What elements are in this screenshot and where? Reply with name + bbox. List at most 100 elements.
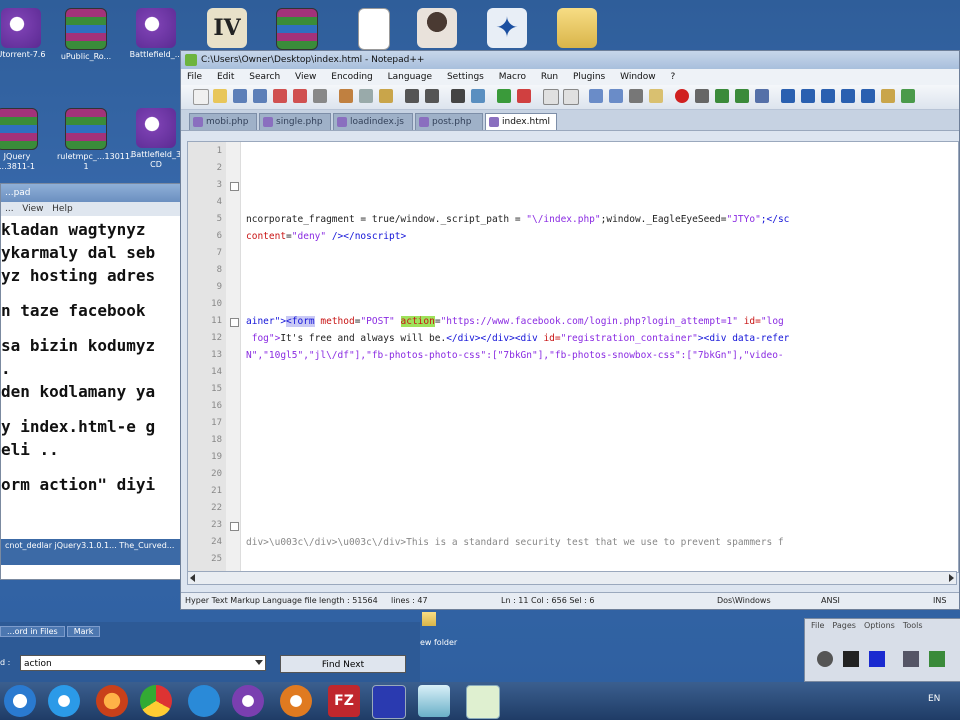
tool-icon[interactable] bbox=[929, 651, 945, 667]
filezilla-icon[interactable]: FZ bbox=[328, 685, 360, 717]
code-editor[interactable]: 1 2 3 4 5 6 7 8 9 10 11 12 13 14 15 16 17 18 19 20 21 22 23 24 2… bbox=[187, 141, 959, 573]
menu-macro[interactable]: Macro bbox=[499, 72, 526, 82]
menu-file[interactable]: File bbox=[811, 621, 824, 630]
replace-icon[interactable] bbox=[471, 89, 485, 103]
circle-icon[interactable] bbox=[817, 651, 833, 667]
notepad-plus-plus-window[interactable]: C:\Users\Owner\Desktop\index.html - Note… bbox=[180, 50, 960, 610]
firefox-icon[interactable] bbox=[96, 685, 128, 717]
media-player-icon[interactable] bbox=[280, 685, 312, 717]
paste-icon[interactable] bbox=[379, 89, 393, 103]
spell-check-icon[interactable] bbox=[901, 89, 915, 103]
desktop-icon-gta[interactable]: IV bbox=[198, 8, 256, 50]
scroll-left-icon[interactable] bbox=[190, 574, 195, 582]
tab-mobi-php[interactable]: mobi.php bbox=[189, 113, 257, 130]
desktop-icon-photo[interactable] bbox=[408, 8, 466, 50]
show-all-chars-icon[interactable] bbox=[609, 89, 623, 103]
redo-icon[interactable] bbox=[425, 89, 439, 103]
find-what-input[interactable]: action bbox=[20, 655, 266, 671]
desktop-icon-archive[interactable]: uPublic_Ro... bbox=[57, 8, 115, 62]
notepad-plus-plus-taskbar-icon[interactable] bbox=[466, 685, 500, 719]
indent-guide-icon[interactable] bbox=[629, 89, 643, 103]
messenger-icon[interactable] bbox=[188, 685, 220, 717]
desktop-icon-battlefield-cd[interactable]: Battlefield_3 CD bbox=[127, 108, 185, 170]
sync-vertical-icon[interactable] bbox=[543, 89, 559, 105]
find-dialog[interactable]: ...ord in Files Mark d : action Find Next bbox=[0, 622, 420, 682]
menu-view[interactable]: View bbox=[295, 72, 316, 82]
menu-pages[interactable]: Pages bbox=[832, 621, 856, 630]
cut-icon[interactable] bbox=[339, 89, 353, 103]
menu-edit[interactable]: Edit bbox=[217, 72, 234, 82]
tab-mark[interactable]: Mark bbox=[66, 626, 101, 637]
arrow-down-icon[interactable] bbox=[821, 89, 835, 103]
menu-tools[interactable]: Tools bbox=[903, 621, 923, 630]
bittorrent-icon[interactable] bbox=[232, 685, 264, 717]
desktop-icon-folder[interactable] bbox=[548, 8, 606, 50]
tool-icon[interactable] bbox=[903, 651, 919, 667]
stop-record-icon[interactable] bbox=[695, 89, 709, 103]
tab-loadindex-js[interactable]: loadindex.js bbox=[333, 113, 413, 130]
fold-marker[interactable] bbox=[230, 182, 239, 191]
tab-post-php[interactable]: post.php bbox=[415, 113, 483, 130]
desktop-icon-utorrent[interactable]: Utorrent-7.6 bbox=[0, 8, 50, 60]
scroll-right-icon[interactable] bbox=[949, 574, 954, 582]
word-wrap-icon[interactable] bbox=[589, 89, 603, 103]
chevron-down-icon[interactable] bbox=[255, 660, 263, 665]
horizontal-scrollbar[interactable] bbox=[187, 571, 957, 585]
menu-plugins[interactable]: Plugins bbox=[573, 72, 605, 82]
text-content[interactable]: kladan wagtynyz ykarmaly dal seb yz hostin… bbox=[1, 216, 186, 496]
sync-horizontal-icon[interactable] bbox=[563, 89, 579, 105]
desktop-icon-ruletmpc[interactable]: ruletmpc_...13011-1 bbox=[57, 108, 133, 172]
undo-icon[interactable] bbox=[405, 89, 419, 103]
copy-icon[interactable] bbox=[359, 89, 373, 103]
menu-search[interactable]: Search bbox=[249, 72, 280, 82]
record-macro-icon[interactable] bbox=[675, 89, 689, 103]
tab-single-php[interactable]: single.php bbox=[259, 113, 331, 130]
desktop-icon-archive-2[interactable] bbox=[268, 8, 326, 52]
color-swatch-icon[interactable] bbox=[869, 651, 885, 667]
close-file-icon[interactable] bbox=[273, 89, 287, 103]
save-macro-icon[interactable] bbox=[755, 89, 769, 103]
menu-item-view[interactable]: View bbox=[22, 204, 43, 214]
start-button-icon[interactable] bbox=[4, 685, 36, 717]
fold-marker[interactable] bbox=[230, 318, 239, 327]
menu-run[interactable]: Run bbox=[541, 72, 558, 82]
chrome-icon[interactable] bbox=[140, 685, 172, 717]
find-next-button[interactable]: Find Next bbox=[280, 655, 406, 673]
new-file-icon[interactable] bbox=[193, 89, 209, 105]
arrow-up-icon[interactable] bbox=[801, 89, 815, 103]
menu-encoding[interactable]: Encoding bbox=[331, 72, 372, 82]
zoom-in-icon[interactable] bbox=[497, 89, 511, 103]
menu-item-help[interactable]: Help bbox=[52, 204, 73, 214]
open-file-icon[interactable] bbox=[213, 89, 227, 103]
menu-options[interactable]: Options bbox=[864, 621, 895, 630]
desktop-icon-battlefield[interactable]: Battlefield_... bbox=[127, 8, 185, 60]
close-all-icon[interactable] bbox=[293, 89, 307, 103]
square-icon[interactable] bbox=[843, 651, 859, 667]
tab-find-in-files[interactable]: ...ord in Files bbox=[0, 626, 65, 637]
fold-marker[interactable] bbox=[230, 522, 239, 531]
language-indicator[interactable]: EN bbox=[928, 694, 940, 704]
print-icon[interactable] bbox=[313, 89, 327, 103]
plugin-icon[interactable] bbox=[781, 89, 795, 103]
background-text-window[interactable]: ...pad ... View Help kladan wagtynyz ykar… bbox=[0, 183, 187, 580]
ftp-icon[interactable] bbox=[881, 89, 895, 103]
play-macro-icon[interactable] bbox=[715, 89, 729, 103]
tab-index-html[interactable]: index.html bbox=[485, 113, 557, 130]
zoom-out-icon[interactable] bbox=[517, 89, 531, 103]
compare-icon[interactable] bbox=[841, 89, 855, 103]
secondary-app-window[interactable]: File Pages Options Tools bbox=[804, 618, 960, 682]
clear-compare-icon[interactable] bbox=[861, 89, 875, 103]
desktop-icon-file[interactable] bbox=[345, 8, 403, 52]
desktop-icon-jquery[interactable]: JQuery ...3811-1 bbox=[0, 108, 46, 172]
find-icon[interactable] bbox=[451, 89, 465, 103]
folder-icon[interactable] bbox=[422, 612, 436, 626]
menu-settings[interactable]: Settings bbox=[447, 72, 484, 82]
run-macro-multiple-icon[interactable] bbox=[735, 89, 749, 103]
notepad-icon[interactable] bbox=[418, 685, 450, 717]
menu-window[interactable]: Window bbox=[620, 72, 656, 82]
internet-explorer-icon[interactable] bbox=[48, 685, 80, 717]
app-icon[interactable] bbox=[372, 685, 406, 719]
save-icon[interactable] bbox=[233, 89, 247, 103]
menu-language[interactable]: Language bbox=[388, 72, 432, 82]
menu-file[interactable]: File bbox=[187, 72, 202, 82]
